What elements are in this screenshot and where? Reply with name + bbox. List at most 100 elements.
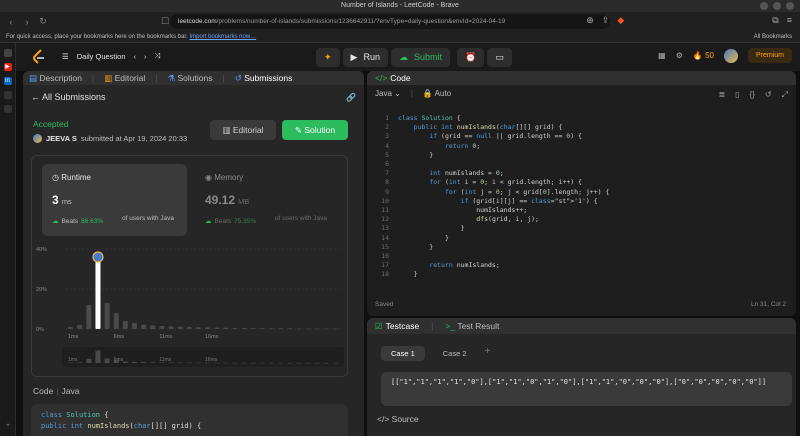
tab-editorial[interactable]: ▥ Editorial — [104, 71, 145, 85]
extensions-icon[interactable]: ⧉ — [772, 15, 778, 26]
timer-button[interactable]: ⏰ — [457, 48, 485, 67]
address-bar[interactable]: leetcode.com/problems/number-of-islands/… — [170, 14, 610, 29]
import-bookmarks-link[interactable]: Import bookmarks now… — [189, 34, 256, 40]
browser-sidebar: ▶ in + — [0, 43, 16, 436]
reload-icon[interactable]: ↻ — [38, 16, 48, 27]
case-tabs: Case 1 Case 2 + — [381, 346, 490, 361]
runtime-card[interactable]: ◷ Runtime 3 ms ☁ Beats 86.63% of users with… — [42, 164, 187, 236]
code-line: } — [398, 233, 449, 242]
daily-question-label[interactable]: Daily Question — [77, 52, 126, 61]
line-number: 10 — [381, 196, 389, 205]
add-case-icon[interactable]: + — [485, 346, 491, 361]
user-name[interactable]: JEEVA S — [46, 134, 77, 143]
menu-icon[interactable]: ≡ — [787, 15, 792, 26]
streak-counter[interactable]: 🔥 50 — [693, 51, 714, 60]
all-submissions-label: All Submissions — [42, 92, 106, 102]
minimize-button[interactable] — [760, 2, 768, 10]
settings-gear-icon[interactable]: ⚙ — [676, 51, 683, 60]
copy-link-icon[interactable]: 🔗 — [346, 93, 356, 102]
leetcode-logo-icon[interactable] — [32, 49, 46, 65]
solution-button[interactable]: ✎ Solution — [282, 120, 348, 140]
shuffle-icon[interactable]: ⤨ — [155, 51, 161, 61]
overview-strip — [62, 347, 344, 367]
problem-nav: ☰ Daily Question ‹ › ⤨ — [62, 51, 161, 61]
close-window-button[interactable] — [786, 2, 794, 10]
submit-button[interactable]: ☁ Submit — [390, 48, 450, 67]
chart-bar — [296, 328, 302, 330]
code-panel-title: Code — [390, 73, 411, 83]
add-sidebar-icon[interactable]: + — [4, 422, 12, 430]
code-line: dfs(grid, i, j); — [476, 215, 539, 224]
overview-bar — [104, 358, 110, 363]
x-tick-label: 11ms — [159, 334, 172, 340]
toolbar-divider: | — [410, 88, 413, 98]
linkedin-icon[interactable]: in — [3, 77, 12, 85]
line-number: 14 — [381, 233, 389, 242]
next-problem-icon[interactable]: › — [144, 52, 147, 61]
zoom-icon[interactable]: ⊕ — [586, 15, 594, 26]
runtime-value: 3 ms — [52, 193, 72, 207]
bookmark-icon[interactable]: ☐ — [160, 16, 170, 27]
clock-icon: ◷ — [52, 173, 59, 182]
chart-bar — [323, 328, 329, 330]
code-editor[interactable]: 1 class Solution {2 public int numIslands… — [367, 109, 796, 294]
language-select[interactable]: Java ⌄ — [375, 89, 401, 98]
runtime-distribution-chart[interactable]: 40% 20% 0% 1ms 6ms 11ms 16ms 1ms 6ms 11ms 16ms — [32, 241, 349, 375]
back-arrow-icon[interactable]: ‹ — [6, 17, 16, 27]
tab-solutions[interactable]: ⚗ Solutions — [168, 71, 213, 85]
tab-description[interactable]: ▤ Description — [29, 71, 82, 85]
leetcode-tab-icon[interactable] — [3, 91, 12, 99]
editorial-button[interactable]: ▥ Editorial — [210, 120, 276, 140]
format-icon[interactable]: ≣ — [718, 90, 725, 100]
chart-bar — [268, 328, 275, 329]
debug-button[interactable]: ✦ — [316, 48, 340, 67]
chart-bar — [186, 327, 192, 329]
tab-test-result[interactable]: >_ Test Result — [445, 318, 499, 334]
braces-icon[interactable]: {} — [750, 90, 755, 100]
share-icon[interactable]: ⇪ — [602, 15, 610, 26]
testcase-input[interactable]: [["1","1","1","1","0"],["1","1","0","1",… — [381, 372, 792, 406]
tab-submissions[interactable]: ↺ Submissions — [235, 71, 293, 85]
memory-title-label: Memory — [214, 173, 244, 182]
tab-divider: | — [222, 73, 225, 83]
status-badge: Accepted — [33, 119, 69, 129]
bookmark-icon[interactable]: ▯ — [735, 90, 739, 100]
profile-avatar[interactable] — [723, 48, 738, 63]
chart-bar — [113, 313, 119, 329]
source-toggle[interactable]: </> Source — [377, 414, 419, 424]
case-tab-1[interactable]: Case 1 — [381, 346, 425, 361]
youtube-icon[interactable]: ▶ — [3, 63, 12, 71]
reset-icon[interactable]: ↺ — [765, 90, 772, 100]
brave-shield-icon[interactable]: ◆ — [617, 15, 624, 26]
case-tab-2[interactable]: Case 2 — [433, 346, 477, 361]
chart-bar — [159, 326, 165, 329]
all-submissions-link[interactable]: ← All Submissions — [31, 92, 106, 102]
overview-tick-label: 11ms — [159, 357, 171, 363]
maximize-button[interactable] — [773, 2, 781, 10]
layout-icon[interactable]: ▦ — [658, 51, 666, 60]
run-button[interactable]: ▶ Run — [342, 48, 388, 67]
sidebar-panel-icon[interactable] — [3, 49, 12, 57]
overview-bar — [131, 361, 138, 363]
upload-icon: ☁ — [398, 52, 408, 62]
chart-bar — [278, 328, 284, 329]
testcase-panel: ☑ Testcase | >_ Test Result Case 1 Case 2… — [367, 318, 796, 436]
notes-button[interactable]: ▭ — [487, 48, 512, 67]
fullscreen-icon[interactable]: ⤢ — [782, 90, 788, 100]
auto-mode[interactable]: 🔒 Auto — [423, 89, 451, 98]
list-icon[interactable]: ☰ — [62, 52, 69, 61]
forward-arrow-icon[interactable]: › — [22, 17, 32, 27]
leetcode-tab-icon-2[interactable] — [3, 105, 12, 113]
y-tick-label: 20% — [36, 287, 47, 293]
chart-bar — [104, 303, 110, 329]
submission-meta: JEEVA S submitted at Apr 19, 2024 20:33 — [33, 134, 187, 143]
chevron-down-icon: ⌄ — [394, 88, 401, 98]
overview-tick-label: 16ms — [205, 357, 218, 363]
tab-testcase[interactable]: ☑ Testcase — [375, 318, 419, 334]
prev-problem-icon[interactable]: ‹ — [134, 52, 137, 61]
overview-bar — [296, 362, 302, 364]
all-bookmarks-button[interactable]: All Bookmarks — [754, 31, 792, 43]
premium-button[interactable]: Premium — [747, 48, 792, 63]
line-number: 16 — [381, 252, 389, 260]
memory-card[interactable]: ◉ Memory 49.12 MB ☁ Beats 75.35% of users w… — [195, 164, 340, 236]
